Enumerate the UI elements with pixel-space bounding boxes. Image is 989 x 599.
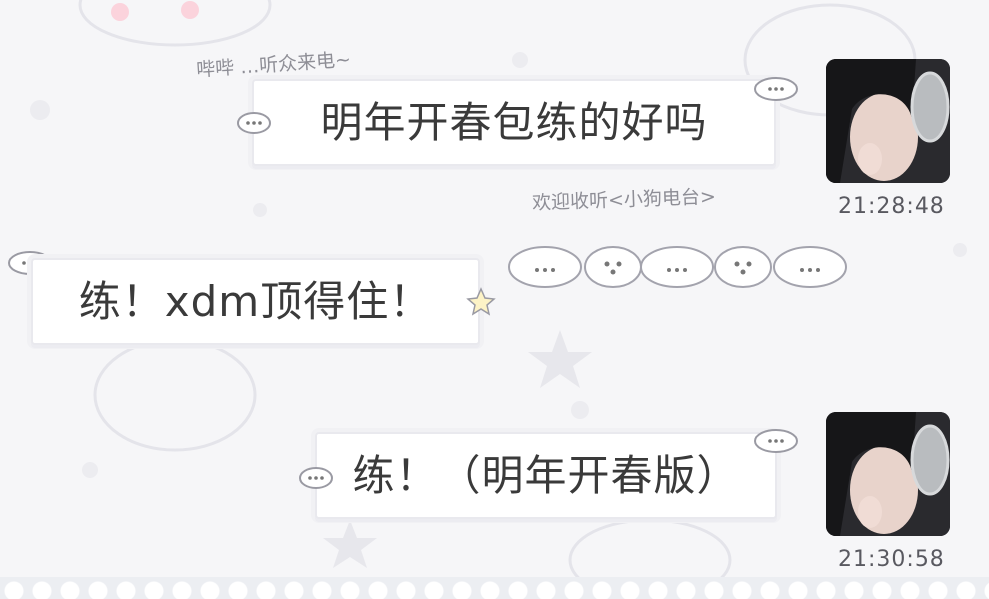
star-icon [466, 287, 496, 316]
avatar[interactable] [826, 59, 950, 183]
message-bubble-3[interactable]: 练！（明年开春版） [315, 432, 777, 519]
message-timestamp-1: 21:28:48 [838, 194, 945, 219]
bottom-border-decoration [0, 577, 989, 599]
message-text-1: 明年开春包练的好吗 [320, 97, 708, 147]
cloud-icon [754, 429, 798, 453]
cloud-icon [299, 467, 333, 489]
avatar-image [826, 59, 950, 183]
message-bubble-1[interactable]: 明年开春包练的好吗 [252, 79, 776, 166]
message-bubble-2[interactable]: 练！xdm顶得住！ [31, 258, 480, 345]
message-text-3: 练！（明年开春版） [352, 450, 740, 500]
cloud-row-decoration [508, 246, 847, 288]
cloud-icon [754, 77, 798, 101]
cloud-icon [237, 112, 271, 134]
avatar-image [826, 412, 950, 536]
decoration-top-label: 哔哔 …听众来电~ [195, 48, 352, 82]
message-timestamp-3: 21:30:58 [838, 547, 945, 572]
decoration-bottom-label: 欢迎收听<小狗电台> [531, 185, 717, 215]
message-text-2: 练！xdm顶得住！ [78, 276, 433, 326]
avatar[interactable] [826, 412, 950, 536]
